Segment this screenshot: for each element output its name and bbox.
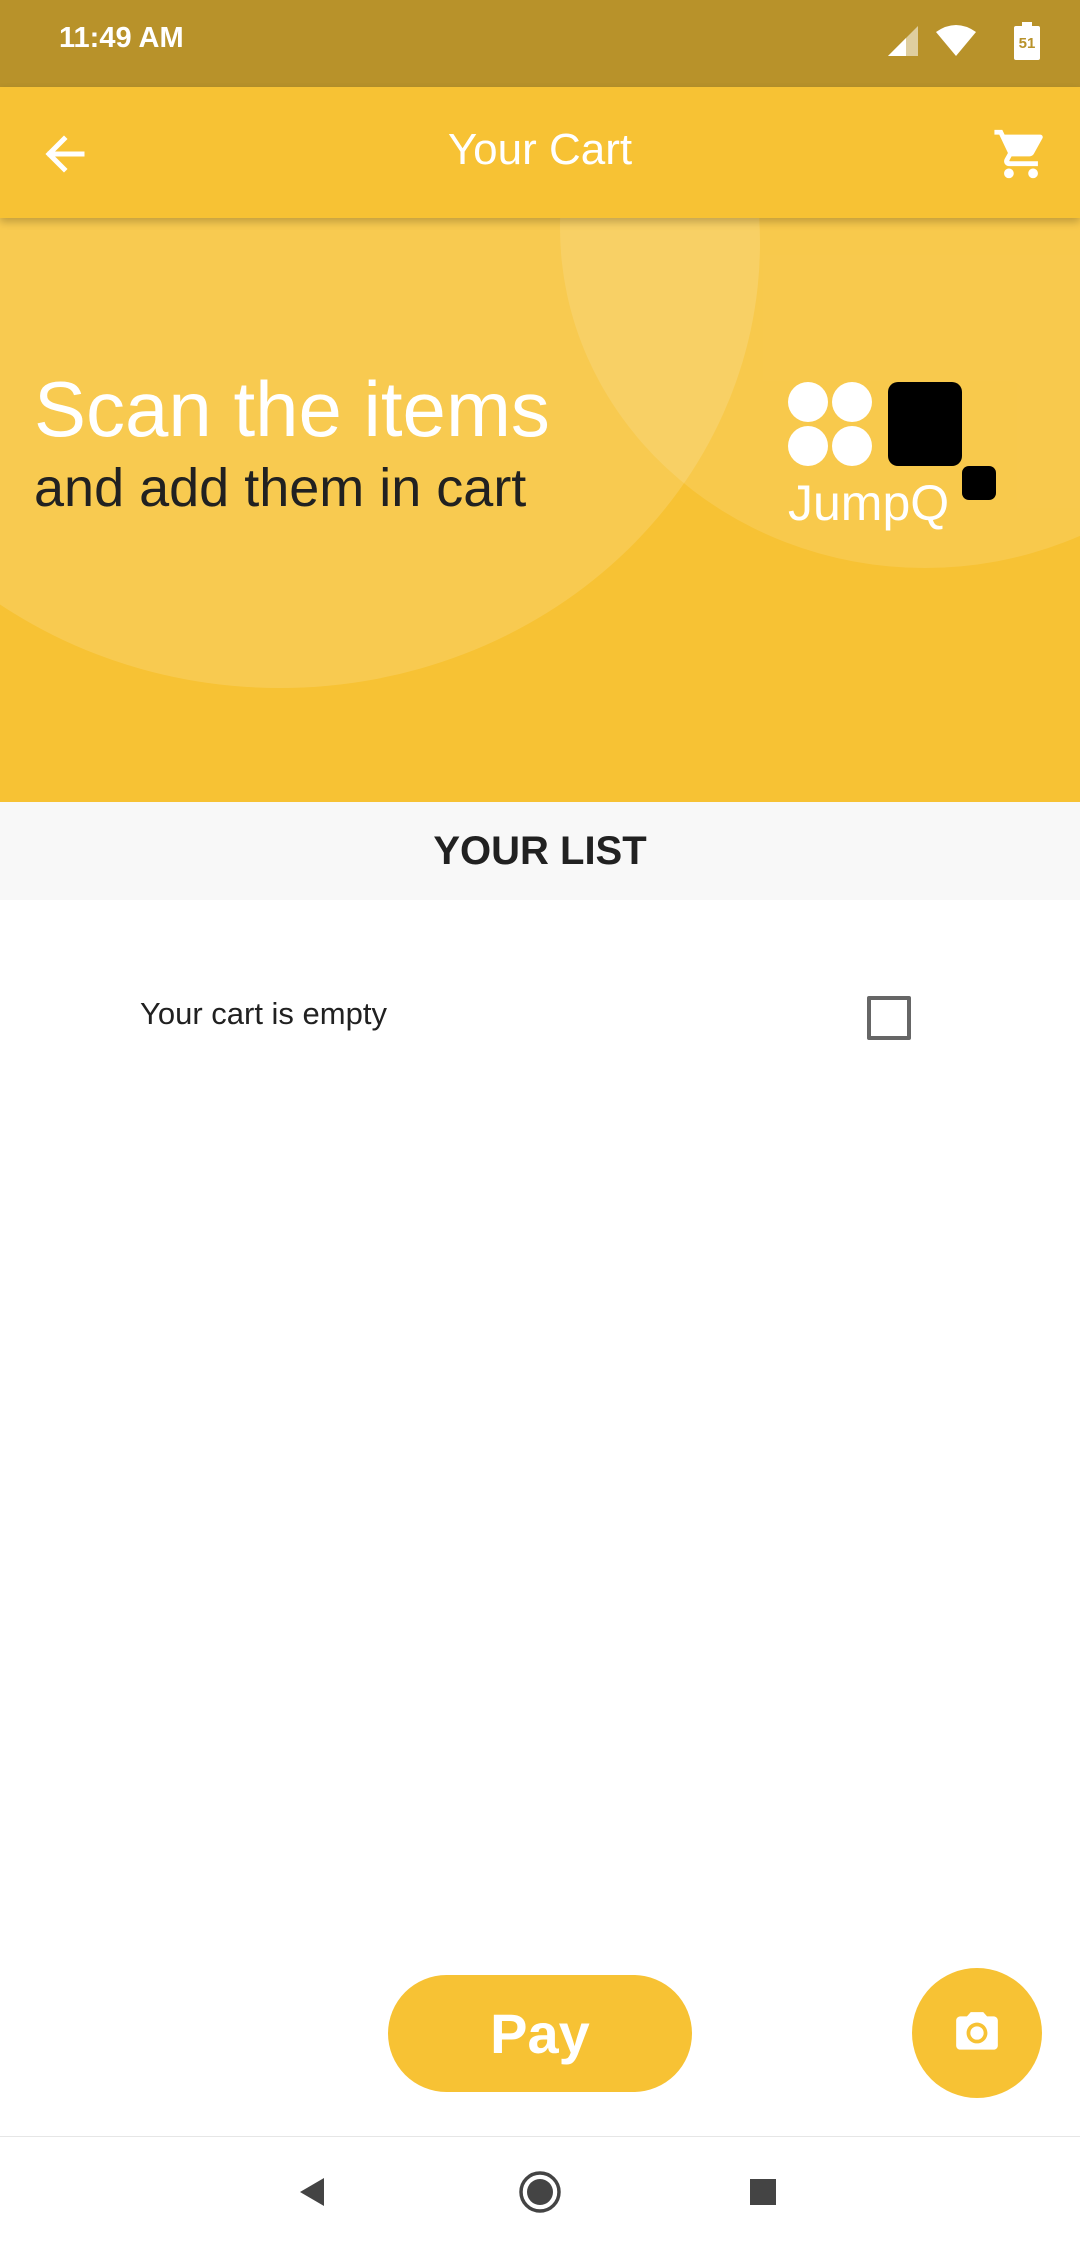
empty-cart-message: Your cart is empty xyxy=(140,996,387,1031)
jumpq-logo: JumpQ xyxy=(786,378,1006,548)
recents-square-icon xyxy=(750,2179,776,2205)
status-time: 11:49 AM xyxy=(59,22,184,54)
navigation-bar xyxy=(0,2136,1080,2247)
back-triangle-icon xyxy=(300,2178,324,2206)
pay-button[interactable]: Pay xyxy=(388,1975,692,2092)
nav-recents-button[interactable] xyxy=(703,2137,823,2247)
camera-button[interactable] xyxy=(912,1968,1042,2098)
list-item: Your cart is empty xyxy=(0,960,1080,1070)
logo-dot xyxy=(788,382,828,422)
logo-square xyxy=(888,382,962,466)
cart-button[interactable] xyxy=(992,125,1050,183)
home-circle-icon xyxy=(519,2171,561,2213)
nav-back-button[interactable] xyxy=(252,2137,372,2247)
camera-icon xyxy=(956,2012,998,2050)
hero-banner: Scan the items and add them in cart Jump… xyxy=(0,218,1080,802)
item-checkbox[interactable] xyxy=(867,996,911,1040)
status-bar: 11:49 AM 51 xyxy=(0,0,1080,87)
logo-square-small xyxy=(962,466,996,500)
logo-dot xyxy=(832,426,872,466)
logo-dot xyxy=(832,382,872,422)
page-title: Your Cart xyxy=(447,125,633,174)
logo-dot xyxy=(788,426,828,466)
battery-icon: 51 xyxy=(1014,22,1040,60)
signal-icon xyxy=(888,26,918,56)
logo-text: JumpQ xyxy=(788,475,950,531)
battery-level: 51 xyxy=(1019,35,1036,52)
hero-subheadline: and add them in cart xyxy=(34,458,527,518)
cart-icon xyxy=(994,129,1043,179)
wifi-icon xyxy=(936,25,976,56)
hero-headline: Scan the items xyxy=(34,365,550,453)
nav-home-button[interactable] xyxy=(480,2137,600,2247)
app-bar: Your Cart xyxy=(0,87,1080,218)
list-header: YOUR LIST xyxy=(0,802,1080,900)
